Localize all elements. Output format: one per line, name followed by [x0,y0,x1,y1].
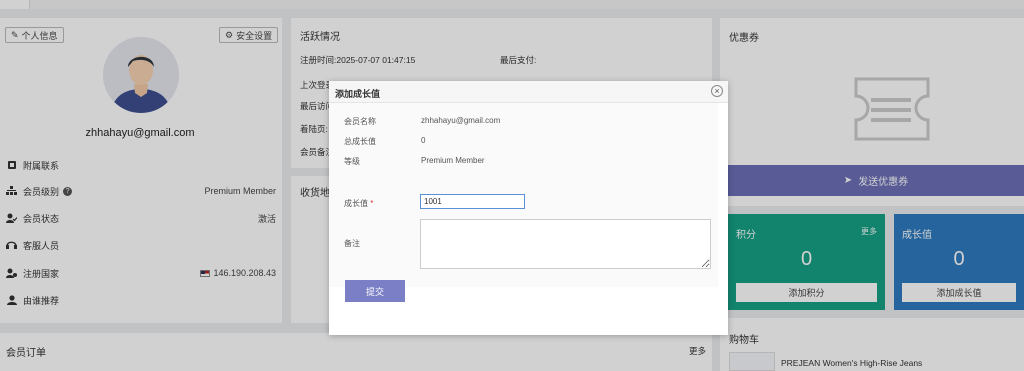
level-label: 等级 [344,157,360,166]
add-growth-modal: 添加成长值 × 会员名称 zhhahayu@gmail.com 总成长值 0 等… [329,81,728,335]
total-growth-label: 总成长值 [344,137,376,146]
note-textarea[interactable] [420,219,711,269]
growth-value-input[interactable] [420,194,525,209]
close-icon[interactable]: × [711,85,723,97]
total-growth-value: 0 [421,136,426,145]
member-name-value: zhhahayu@gmail.com [421,116,501,125]
member-name-label: 会员名称 [344,117,376,126]
submit-button[interactable]: 提交 [345,280,405,302]
modal-header: 添加成长值 × [329,81,728,103]
modal-title: 添加成长值 [335,89,381,99]
level-value: Premium Member [421,156,485,165]
growth-form: 会员名称 zhhahayu@gmail.com 总成长值 0 等级 Premiu… [329,103,718,302]
growth-value-label-text: 成长值 [344,199,368,208]
note-label: 备注 [344,239,360,248]
required-marker: * [370,199,374,208]
growth-value-label: 成长值 * [344,198,373,209]
